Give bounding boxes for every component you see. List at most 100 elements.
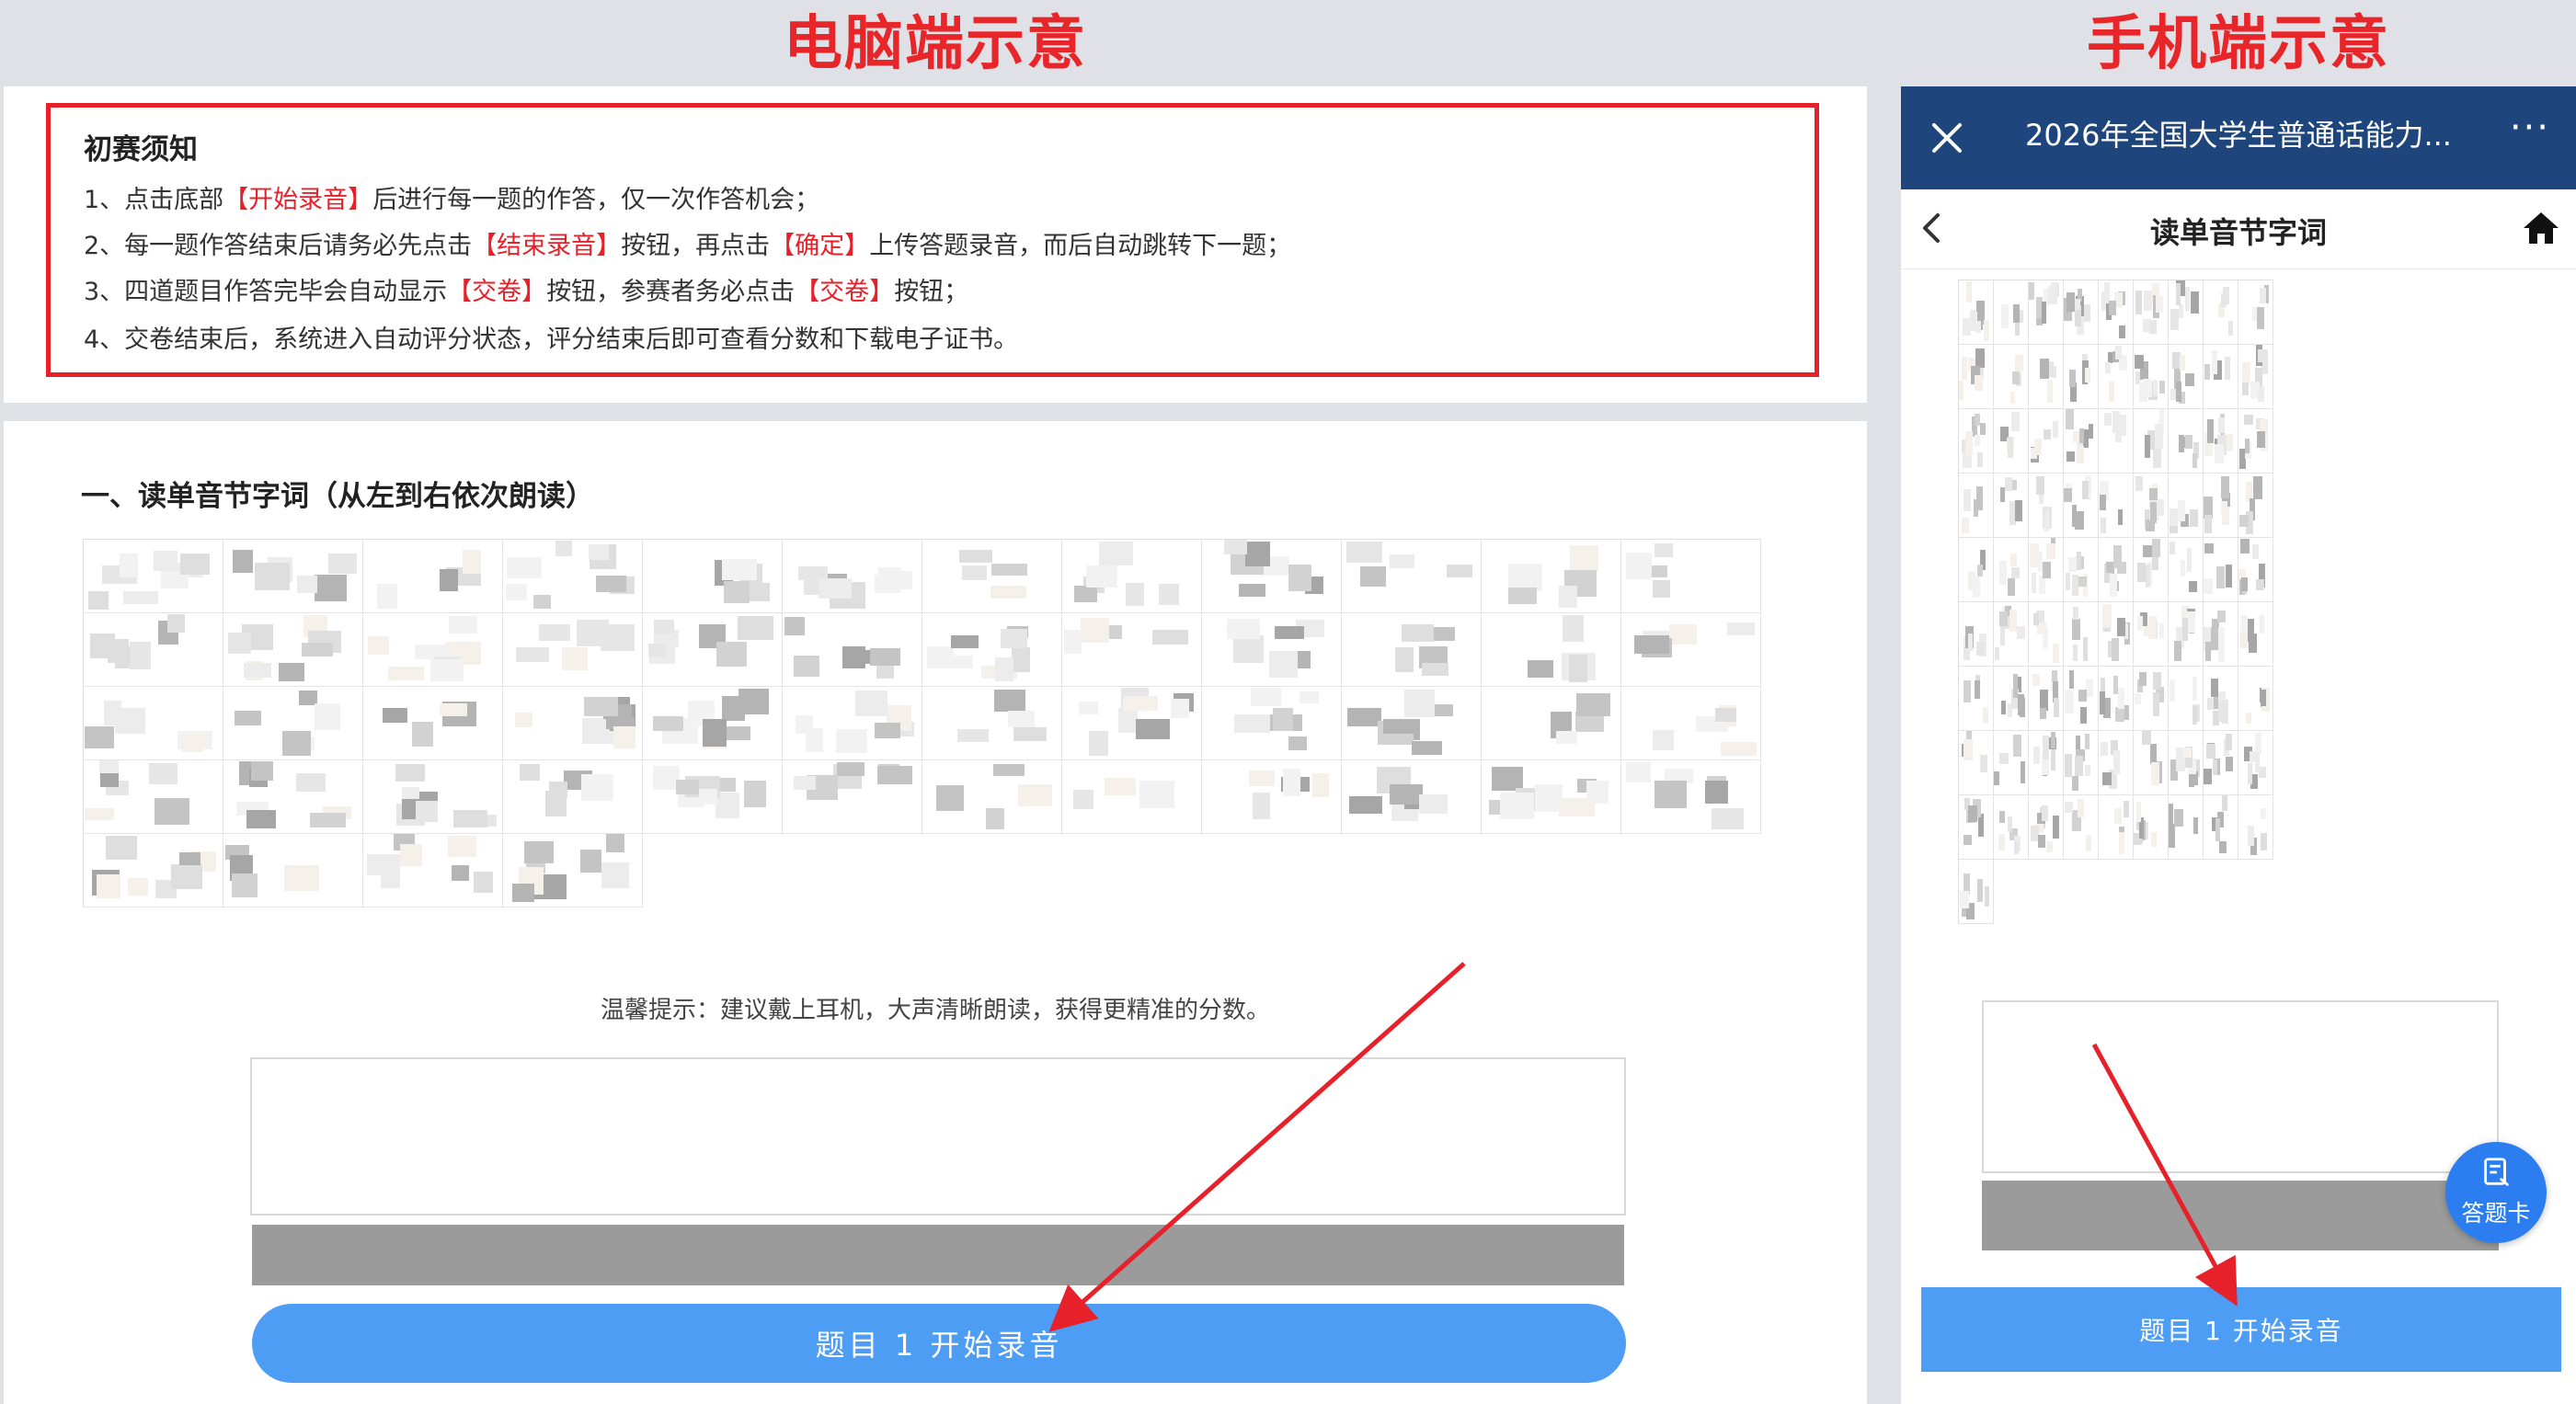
redacted-character-cell [1202, 760, 1342, 834]
pixel-block [2012, 371, 2020, 384]
pixel-block [2222, 507, 2229, 525]
redacted-character-cell [84, 613, 223, 687]
pixel-block [2001, 304, 2009, 328]
home-icon[interactable] [2521, 210, 2561, 246]
pixel-block [584, 697, 618, 716]
pixel-block [875, 723, 900, 738]
pixel-block [555, 541, 572, 556]
pixel-block [1073, 790, 1093, 809]
pixel-block [2185, 373, 2194, 386]
notice-line: 3、四道题目作答完毕会自动显示【交卷】按钮，参赛者务必点击【交卷】按钮； [84, 271, 968, 307]
pixel-block [1390, 554, 1414, 568]
page-title: 读单音节字词 [2149, 215, 2327, 250]
pixel-block [2204, 578, 2213, 594]
pixel-block [1013, 727, 1047, 741]
mobile-start-recording-button[interactable]: 题目 1 开始录音 [1921, 1287, 2561, 1372]
redacted-character-cell [2238, 345, 2273, 409]
start-recording-button[interactable]: 题目 1 开始录音 [252, 1304, 1626, 1383]
pixel-block [1968, 805, 1977, 822]
pixel-block [2066, 573, 2070, 590]
pixel-block [2151, 762, 2159, 785]
pixel-block [2153, 380, 2158, 396]
pixel-block [2033, 747, 2040, 764]
pixel-block [2040, 708, 2046, 719]
pixel-block [951, 635, 979, 648]
redacted-character-cell [2204, 731, 2238, 795]
pixel-block [722, 559, 757, 580]
pixel-block [2013, 735, 2021, 757]
pixel-block [589, 544, 609, 560]
pixel-block [2069, 670, 2074, 689]
pixel-block [448, 836, 476, 857]
pixel-block [1136, 719, 1170, 739]
answer-card-fab[interactable]: 答题卡 [2445, 1142, 2547, 1243]
redacted-character-cell [1959, 667, 1994, 731]
pixel-block [2169, 804, 2173, 826]
pixel-block [1559, 586, 1577, 608]
pixel-block [282, 731, 311, 756]
pixel-block [1152, 630, 1188, 645]
pixel-block [2014, 841, 2019, 854]
pixel-block [2225, 357, 2230, 380]
pixel-block [2065, 754, 2072, 777]
pixel-block [2053, 644, 2059, 663]
pixel-block [995, 657, 1013, 681]
pixel-block [1288, 736, 1307, 750]
notice-text: 3、四道题目作答完毕会自动显示 [84, 278, 448, 306]
pixel-block [2261, 690, 2266, 706]
pixel-block [2109, 382, 2114, 402]
pixel-block [1283, 769, 1300, 796]
redacted-character-cell [503, 760, 643, 834]
pixel-block [516, 647, 549, 662]
more-icon[interactable]: ··· [2510, 107, 2550, 149]
redacted-character-cell [2099, 795, 2134, 860]
pixel-block [1390, 784, 1423, 805]
pixel-block [328, 554, 357, 574]
pixel-block [1008, 711, 1035, 727]
pixel-block [2256, 579, 2264, 590]
pixel-block [1976, 642, 1985, 656]
pixel-block [855, 691, 887, 716]
pixel-block [123, 591, 158, 604]
pixel-block [2065, 802, 2073, 813]
pixel-block [1508, 588, 1537, 604]
pixel-block [653, 716, 683, 731]
redacted-character-cell [2064, 538, 2099, 602]
pixel-block [1999, 811, 2005, 823]
pixel-block [2217, 611, 2226, 622]
pixel-block [2043, 736, 2049, 759]
pixel-block [703, 719, 727, 747]
pixel-block [991, 564, 1027, 576]
redacted-character-cell [2064, 667, 2099, 731]
pixel-block [2102, 604, 2112, 628]
pixel-block [2157, 499, 2164, 516]
pixel-block [474, 872, 493, 893]
pixel-block [1963, 739, 1973, 760]
redacted-character-cell [2238, 409, 2273, 474]
pixel-block [596, 576, 626, 592]
pixel-block [2078, 690, 2087, 702]
notice-highlight: 【开始录音】 [223, 186, 373, 214]
pixel-block [2206, 744, 2215, 759]
pixel-block [2207, 419, 2214, 443]
pixel-block [1447, 565, 1472, 577]
pixel-block [1962, 357, 1967, 380]
pixel-block [2000, 487, 2005, 502]
pixel-block [1273, 708, 1293, 731]
redacted-character-cell [2134, 538, 2169, 602]
pixel-block [2044, 510, 2049, 531]
pixel-block [2248, 763, 2252, 784]
pixel-block [2150, 744, 2157, 764]
pixel-block [2067, 292, 2075, 312]
pixel-block [1347, 708, 1381, 726]
redacted-character-cell [1959, 474, 1994, 538]
pixel-block [2065, 690, 2074, 713]
pixel-block [440, 703, 467, 716]
pixel-block [1998, 834, 2005, 850]
pixel-block [2170, 389, 2176, 400]
pixel-block [2179, 304, 2183, 318]
pixel-block [2159, 623, 2164, 638]
pixel-block [2017, 626, 2025, 639]
pixel-block [819, 578, 852, 599]
pixel-block [1419, 794, 1448, 814]
